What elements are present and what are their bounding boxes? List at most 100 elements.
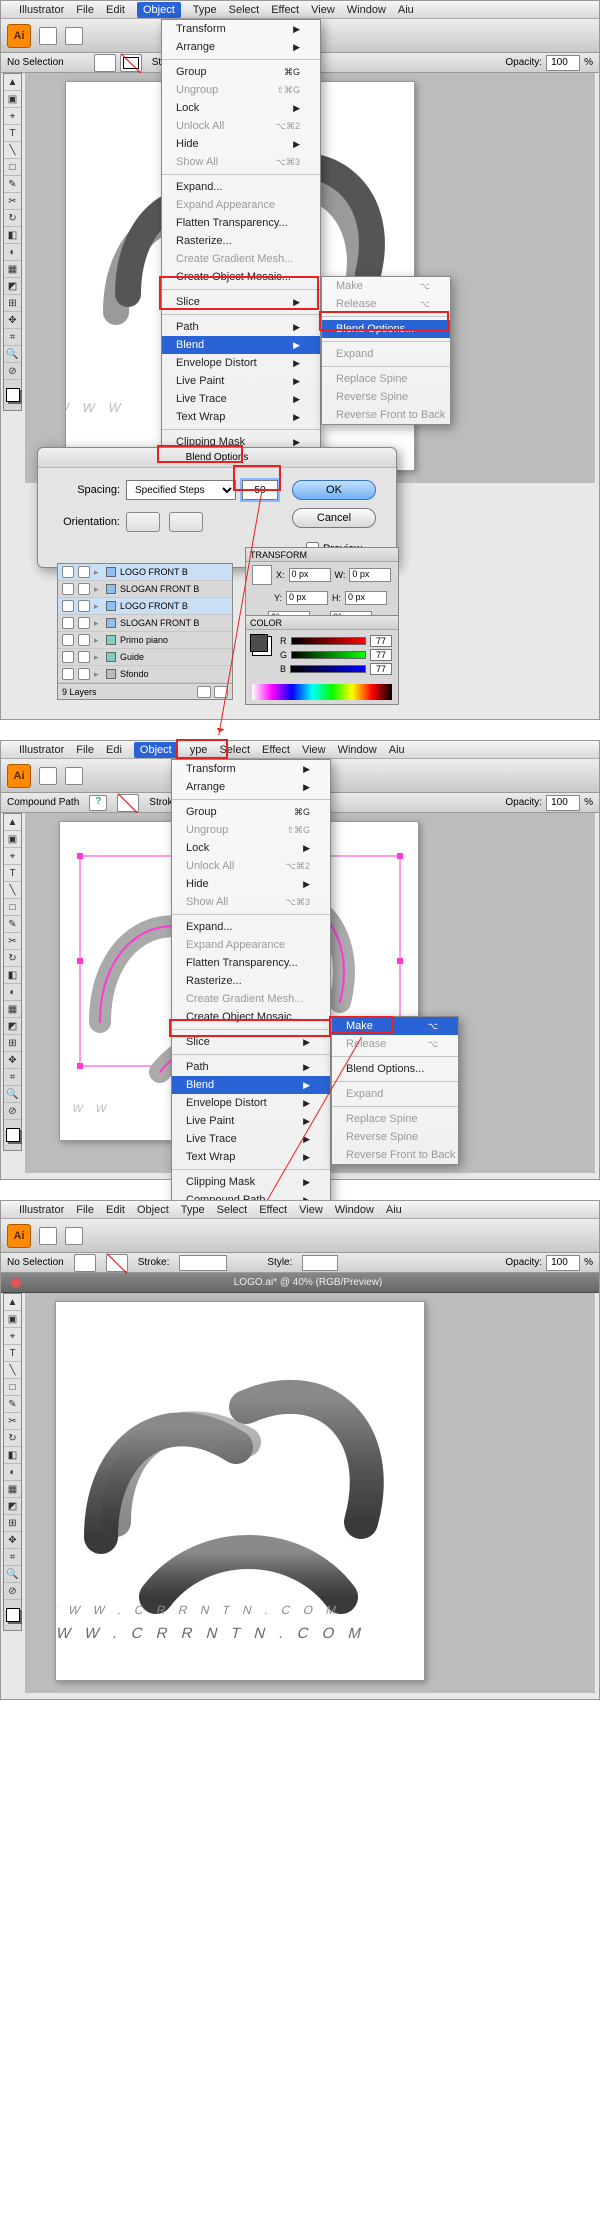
menu-item[interactable]: Flatten Transparency... — [162, 214, 320, 232]
submenu-item[interactable]: Make⌥ — [332, 1017, 458, 1035]
visibility-toggle-icon[interactable] — [62, 668, 74, 680]
tool-button[interactable]: ⊞ — [4, 295, 21, 312]
menu-edit[interactable]: Edit — [106, 1204, 125, 1216]
tool-button[interactable]: ✥ — [4, 312, 21, 329]
fill-swatch[interactable] — [74, 1254, 96, 1272]
disclosure-icon[interactable]: ▸ — [94, 567, 102, 578]
layer-row[interactable]: ▸Guide — [58, 649, 232, 666]
tool-button[interactable]: T — [4, 125, 21, 142]
reference-point-icon[interactable] — [252, 565, 272, 585]
lock-toggle-icon[interactable] — [78, 566, 90, 578]
menu-item[interactable]: Hide▶ — [162, 135, 320, 153]
layer-row[interactable]: ▸SLOGAN FRONT B — [58, 615, 232, 632]
menu-help[interactable]: Aiu — [386, 1204, 402, 1216]
help-icon[interactable]: ? — [89, 795, 107, 811]
tool-button[interactable]: ╲ — [4, 882, 21, 899]
layout-icon[interactable] — [39, 767, 57, 785]
spectrum-bar[interactable] — [252, 684, 392, 700]
menu-view[interactable]: View — [299, 1204, 323, 1216]
tool-button[interactable]: ⌗ — [4, 1069, 21, 1086]
tool-button[interactable]: □ — [4, 1379, 21, 1396]
visibility-toggle-icon[interactable] — [62, 651, 74, 663]
menu-window[interactable]: Window — [347, 4, 386, 16]
fill-stroke-swatch[interactable] — [6, 388, 20, 402]
stroke-swatch[interactable] — [117, 794, 139, 812]
fill-stroke-swatch[interactable] — [6, 1608, 20, 1622]
tool-button[interactable]: ▲ — [4, 814, 21, 831]
layout-icon[interactable] — [65, 27, 83, 45]
menu-item[interactable]: Group⌘G — [172, 803, 330, 821]
tool-button[interactable]: ⊘ — [4, 1103, 21, 1120]
menu-item[interactable]: Text Wrap▶ — [162, 408, 320, 426]
fill-stroke-swatch[interactable] — [6, 1128, 20, 1142]
close-icon[interactable] — [11, 1278, 21, 1288]
tool-button[interactable]: ▣ — [4, 831, 21, 848]
menu-effect[interactable]: Effect — [259, 1204, 287, 1216]
menu-file[interactable]: File — [76, 744, 94, 756]
menu-item[interactable]: Live Trace▶ — [162, 390, 320, 408]
menu-view[interactable]: View — [311, 4, 335, 16]
menu-select[interactable]: Select — [229, 4, 260, 16]
tool-button[interactable]: 🔍 — [4, 1566, 21, 1583]
menu-item[interactable]: Create Object Mosaic... — [162, 268, 320, 286]
menu-item[interactable]: Envelope Distort▶ — [162, 354, 320, 372]
menu-item[interactable]: Live Paint▶ — [172, 1112, 330, 1130]
tool-button[interactable]: ◐ — [4, 244, 21, 261]
disclosure-icon[interactable]: ▸ — [94, 669, 102, 680]
menu-object[interactable]: Object — [137, 1204, 169, 1216]
visibility-toggle-icon[interactable] — [62, 600, 74, 612]
tool-button[interactable]: ⊞ — [4, 1035, 21, 1052]
tool-button[interactable]: ▣ — [4, 1311, 21, 1328]
submenu-item[interactable]: Blend Options... — [332, 1060, 458, 1078]
menu-item[interactable]: Envelope Distort▶ — [172, 1094, 330, 1112]
tool-button[interactable]: ↻ — [4, 950, 21, 967]
layer-row[interactable]: ▸LOGO FRONT B — [58, 598, 232, 615]
tool-button[interactable]: ▦ — [4, 1001, 21, 1018]
visibility-toggle-icon[interactable] — [62, 617, 74, 629]
fill-stroke-swatch[interactable] — [250, 634, 268, 652]
menu-item[interactable]: Transform▶ — [162, 20, 320, 38]
menu-item[interactable]: Expand... — [162, 178, 320, 196]
r-value[interactable]: 77 — [370, 635, 392, 647]
visibility-toggle-icon[interactable] — [62, 566, 74, 578]
tool-button[interactable]: ▣ — [4, 91, 21, 108]
tool-button[interactable]: ⊘ — [4, 363, 21, 380]
visibility-toggle-icon[interactable] — [62, 583, 74, 595]
menu-edit[interactable]: Edi — [106, 744, 122, 756]
opacity-input[interactable]: 100 — [546, 1255, 580, 1271]
tool-button[interactable]: ╲ — [4, 1362, 21, 1379]
disclosure-icon[interactable]: ▸ — [94, 635, 102, 646]
menu-select[interactable]: Select — [219, 744, 250, 756]
lock-toggle-icon[interactable] — [78, 651, 90, 663]
tool-button[interactable]: ▲ — [4, 74, 21, 91]
disclosure-icon[interactable]: ▸ — [94, 601, 102, 612]
tool-button[interactable]: ↻ — [4, 1430, 21, 1447]
menu-item[interactable]: Flatten Transparency... — [172, 954, 330, 972]
tool-button[interactable]: ▲ — [4, 1294, 21, 1311]
spacing-mode-select[interactable]: Specified Steps — [126, 480, 236, 500]
tool-button[interactable]: ◐ — [4, 1464, 21, 1481]
menu-select[interactable]: Select — [217, 1204, 248, 1216]
layer-row[interactable]: ▸SLOGAN FRONT B — [58, 581, 232, 598]
tool-button[interactable]: ✂ — [4, 933, 21, 950]
layer-row[interactable]: ▸Sfondo — [58, 666, 232, 683]
tool-button[interactable]: ⊘ — [4, 1583, 21, 1600]
fill-swatch[interactable] — [94, 54, 116, 72]
menu-effect[interactable]: Effect — [262, 744, 290, 756]
visibility-toggle-icon[interactable] — [62, 634, 74, 646]
menu-item[interactable]: Slice▶ — [172, 1033, 330, 1051]
disclosure-icon[interactable]: ▸ — [94, 584, 102, 595]
tool-button[interactable]: ◧ — [4, 227, 21, 244]
layout-icon[interactable] — [39, 1227, 57, 1245]
tool-button[interactable]: T — [4, 865, 21, 882]
menu-item[interactable]: Rasterize... — [172, 972, 330, 990]
menu-effect[interactable]: Effect — [271, 4, 299, 16]
tool-button[interactable]: ✂ — [4, 1413, 21, 1430]
orientation-align-path-button[interactable] — [169, 512, 203, 532]
new-layer-icon[interactable] — [197, 686, 211, 698]
cancel-button[interactable]: Cancel — [292, 508, 376, 528]
menu-view[interactable]: View — [302, 744, 326, 756]
menu-item[interactable]: Rasterize... — [162, 232, 320, 250]
menu-object[interactable]: Object — [137, 2, 181, 18]
tool-button[interactable]: ✥ — [4, 1532, 21, 1549]
